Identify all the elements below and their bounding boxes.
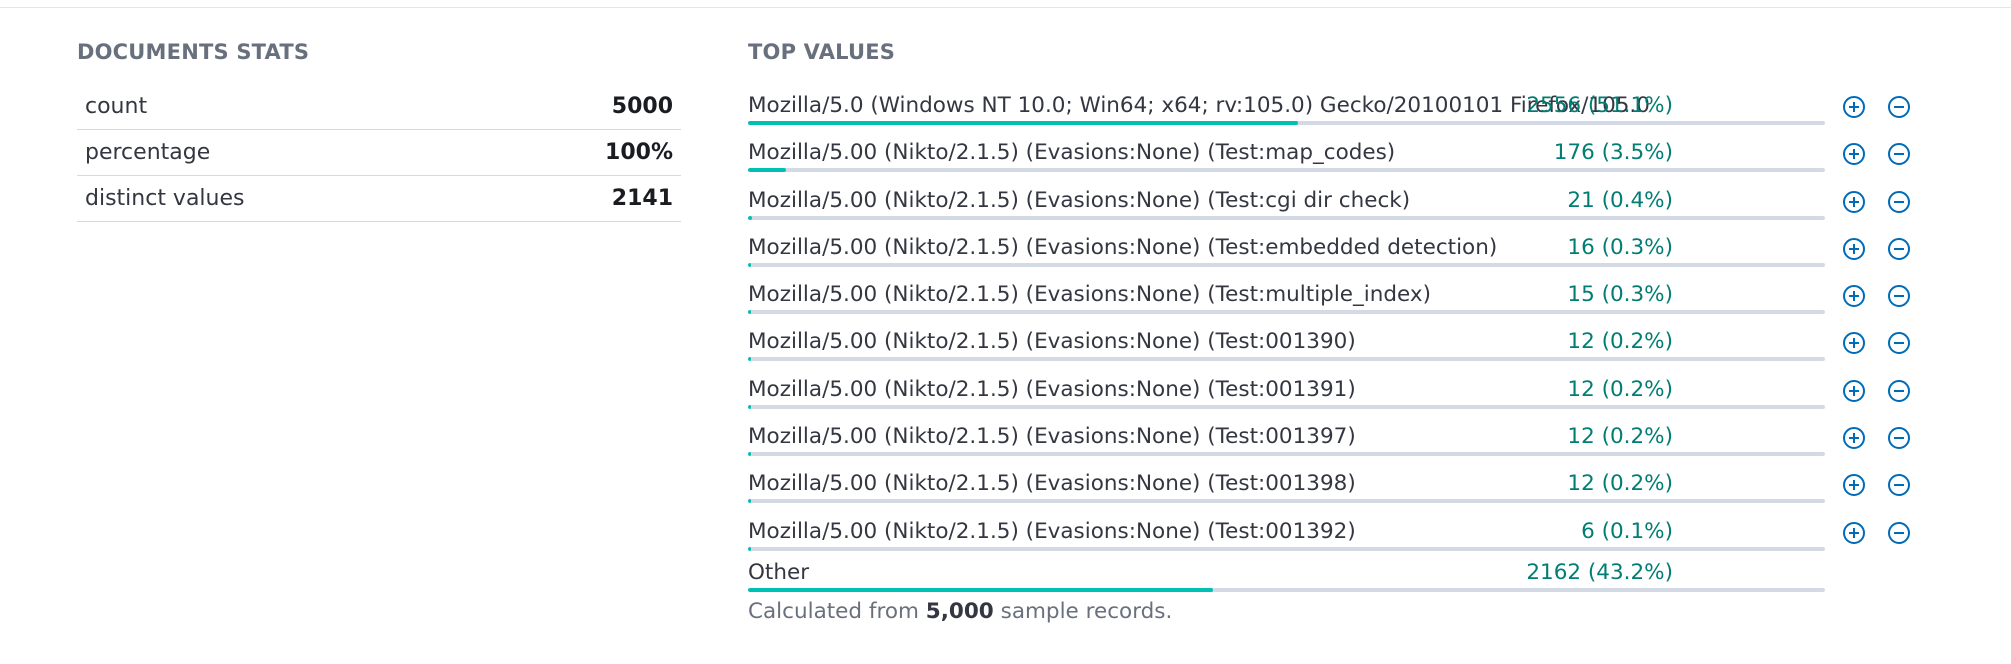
top-value-row: Mozilla/5.00 (Nikto/2.1.5) (Evasions:Non… xyxy=(748,321,1928,368)
top-value-progress-bar xyxy=(748,546,1825,551)
top-value-label: Mozilla/5.00 (Nikto/2.1.5) (Evasions:Non… xyxy=(748,424,1356,450)
top-value-count: 12 (0.2%) xyxy=(1567,329,1673,355)
top-value-label: Mozilla/5.00 (Nikto/2.1.5) (Evasions:Non… xyxy=(748,187,1411,213)
top-value-row: Mozilla/5.0 (Windows NT 10.0; Win64; x64… xyxy=(748,85,1928,132)
top-value-progress-bar xyxy=(748,310,1825,315)
top-value-count: 16 (0.3%) xyxy=(1567,234,1673,260)
top-value-count: 176 (3.5%) xyxy=(1553,140,1673,166)
top-value-count: 2556 (51.1%) xyxy=(1526,93,1673,118)
top-value-label: Mozilla/5.00 (Nikto/2.1.5) (Evasions:Non… xyxy=(748,376,1356,402)
top-value-row: Mozilla/5.00 (Nikto/2.1.5) (Evasions:Non… xyxy=(748,416,1928,463)
footnote-suffix: sample records. xyxy=(993,599,1173,624)
top-value-progress-fill xyxy=(748,121,1299,125)
top-values-title: TOP VALUES xyxy=(748,40,896,64)
top-value-label: Mozilla/5.00 (Nikto/2.1.5) (Evasions:Non… xyxy=(748,329,1356,355)
top-value-progress-bar xyxy=(748,357,1825,362)
filter-out-value-icon[interactable] xyxy=(1888,427,1910,450)
stat-value: 100% xyxy=(605,140,673,165)
top-value-progress-fill xyxy=(748,262,752,267)
top-value-progress-fill xyxy=(748,310,752,315)
stat-row-percentage: percentage 100% xyxy=(77,130,681,176)
top-value-label: Mozilla/5.00 (Nikto/2.1.5) (Evasions:Non… xyxy=(748,471,1356,497)
filter-out-value-icon[interactable] xyxy=(1888,143,1910,166)
stat-row-distinct-values: distinct values 2141 xyxy=(77,176,681,222)
top-value-progress-bar xyxy=(748,168,1825,173)
top-value-progress-bar xyxy=(748,499,1825,504)
top-value-progress-fill xyxy=(748,499,751,504)
filter-out-value-icon[interactable] xyxy=(1888,96,1910,118)
filter-for-value-icon[interactable] xyxy=(1843,427,1865,450)
top-value-label: Other xyxy=(748,559,810,585)
top-value-progress-fill xyxy=(748,546,751,551)
top-value-row: Mozilla/5.00 (Nikto/2.1.5) (Evasions:Non… xyxy=(748,274,1928,321)
top-value-label: Mozilla/5.00 (Nikto/2.1.5) (Evasions:Non… xyxy=(748,282,1431,308)
stat-label: percentage xyxy=(85,140,211,165)
top-value-progress-bar xyxy=(748,262,1825,267)
filter-out-value-icon[interactable] xyxy=(1888,190,1910,213)
top-value-progress-bar xyxy=(748,452,1825,457)
top-value-count: 12 (0.2%) xyxy=(1567,376,1673,402)
top-value-row: Mozilla/5.00 (Nikto/2.1.5) (Evasions:Non… xyxy=(748,180,1928,227)
filter-out-value-icon[interactable] xyxy=(1888,332,1910,355)
top-value-progress-fill xyxy=(748,168,786,173)
filter-out-value-icon[interactable] xyxy=(1888,474,1910,497)
filter-out-value-icon[interactable] xyxy=(1888,379,1910,402)
stat-value: 5000 xyxy=(611,94,673,119)
top-value-row: Mozilla/5.00 (Nikto/2.1.5) (Evasions:Non… xyxy=(748,463,1928,510)
top-value-row: Mozilla/5.00 (Nikto/2.1.5) (Evasions:Non… xyxy=(748,511,1928,558)
top-value-count: 6 (0.1%) xyxy=(1581,518,1673,544)
filter-out-value-icon[interactable] xyxy=(1888,521,1910,544)
filter-for-value-icon[interactable] xyxy=(1843,285,1865,308)
top-value-progress-bar xyxy=(748,587,1825,592)
filter-out-value-icon[interactable] xyxy=(1888,237,1910,260)
top-value-count: 15 (0.3%) xyxy=(1567,282,1673,308)
top-value-label: Mozilla/5.00 (Nikto/2.1.5) (Evasions:Non… xyxy=(748,234,1498,260)
filter-for-value-icon[interactable] xyxy=(1843,521,1865,544)
top-value-progress-fill xyxy=(748,404,751,409)
top-value-label: Mozilla/5.00 (Nikto/2.1.5) (Evasions:Non… xyxy=(748,518,1356,544)
top-value-count: 21 (0.4%) xyxy=(1567,187,1673,213)
stat-value: 2141 xyxy=(611,186,673,211)
top-value-row-other: Other 2162 (43.2%) xyxy=(748,558,1928,602)
documents-stats-title: DOCUMENTS STATS xyxy=(77,40,310,64)
filter-for-value-icon[interactable] xyxy=(1843,237,1865,260)
top-value-count: 12 (0.2%) xyxy=(1567,424,1673,450)
filter-for-value-icon[interactable] xyxy=(1843,379,1865,402)
top-value-progress-fill xyxy=(748,357,751,362)
filter-for-value-icon[interactable] xyxy=(1843,474,1865,497)
footnote-count: 5,000 xyxy=(925,599,994,624)
sample-footnote: Calculated from 5,000 sample records. xyxy=(748,599,1172,624)
top-value-progress-fill xyxy=(748,587,1214,592)
filter-for-value-icon[interactable] xyxy=(1843,332,1865,355)
top-values-list: Mozilla/5.0 (Windows NT 10.0; Win64; x64… xyxy=(748,85,1928,602)
filter-for-value-icon[interactable] xyxy=(1843,190,1865,213)
top-value-row: Mozilla/5.00 (Nikto/2.1.5) (Evasions:Non… xyxy=(748,227,1928,274)
stat-label: distinct values xyxy=(85,186,245,211)
top-value-progress-fill xyxy=(748,452,751,457)
documents-stats-table: count 5000 percentage 100% distinct valu… xyxy=(77,84,681,222)
top-value-progress-bar xyxy=(748,404,1825,409)
stat-row-count: count 5000 xyxy=(77,84,681,130)
top-value-count: 2162 (43.2%) xyxy=(1526,559,1673,585)
top-value-label: Mozilla/5.0 (Windows NT 10.0; Win64; x64… xyxy=(748,93,1650,118)
top-value-row: Mozilla/5.00 (Nikto/2.1.5) (Evasions:Non… xyxy=(748,369,1928,416)
stat-label: count xyxy=(85,94,148,119)
top-value-progress-bar xyxy=(748,215,1825,220)
footnote-prefix: Calculated from xyxy=(748,599,926,624)
top-value-count: 12 (0.2%) xyxy=(1567,471,1673,497)
top-value-label: Mozilla/5.00 (Nikto/2.1.5) (Evasions:Non… xyxy=(748,140,1396,166)
filter-for-value-icon[interactable] xyxy=(1843,143,1865,166)
top-divider xyxy=(0,7,2011,8)
top-value-progress-bar xyxy=(748,121,1825,125)
filter-out-value-icon[interactable] xyxy=(1888,285,1910,308)
filter-for-value-icon[interactable] xyxy=(1843,96,1865,118)
top-value-progress-fill xyxy=(748,215,753,220)
top-value-row: Mozilla/5.00 (Nikto/2.1.5) (Evasions:Non… xyxy=(748,132,1928,179)
